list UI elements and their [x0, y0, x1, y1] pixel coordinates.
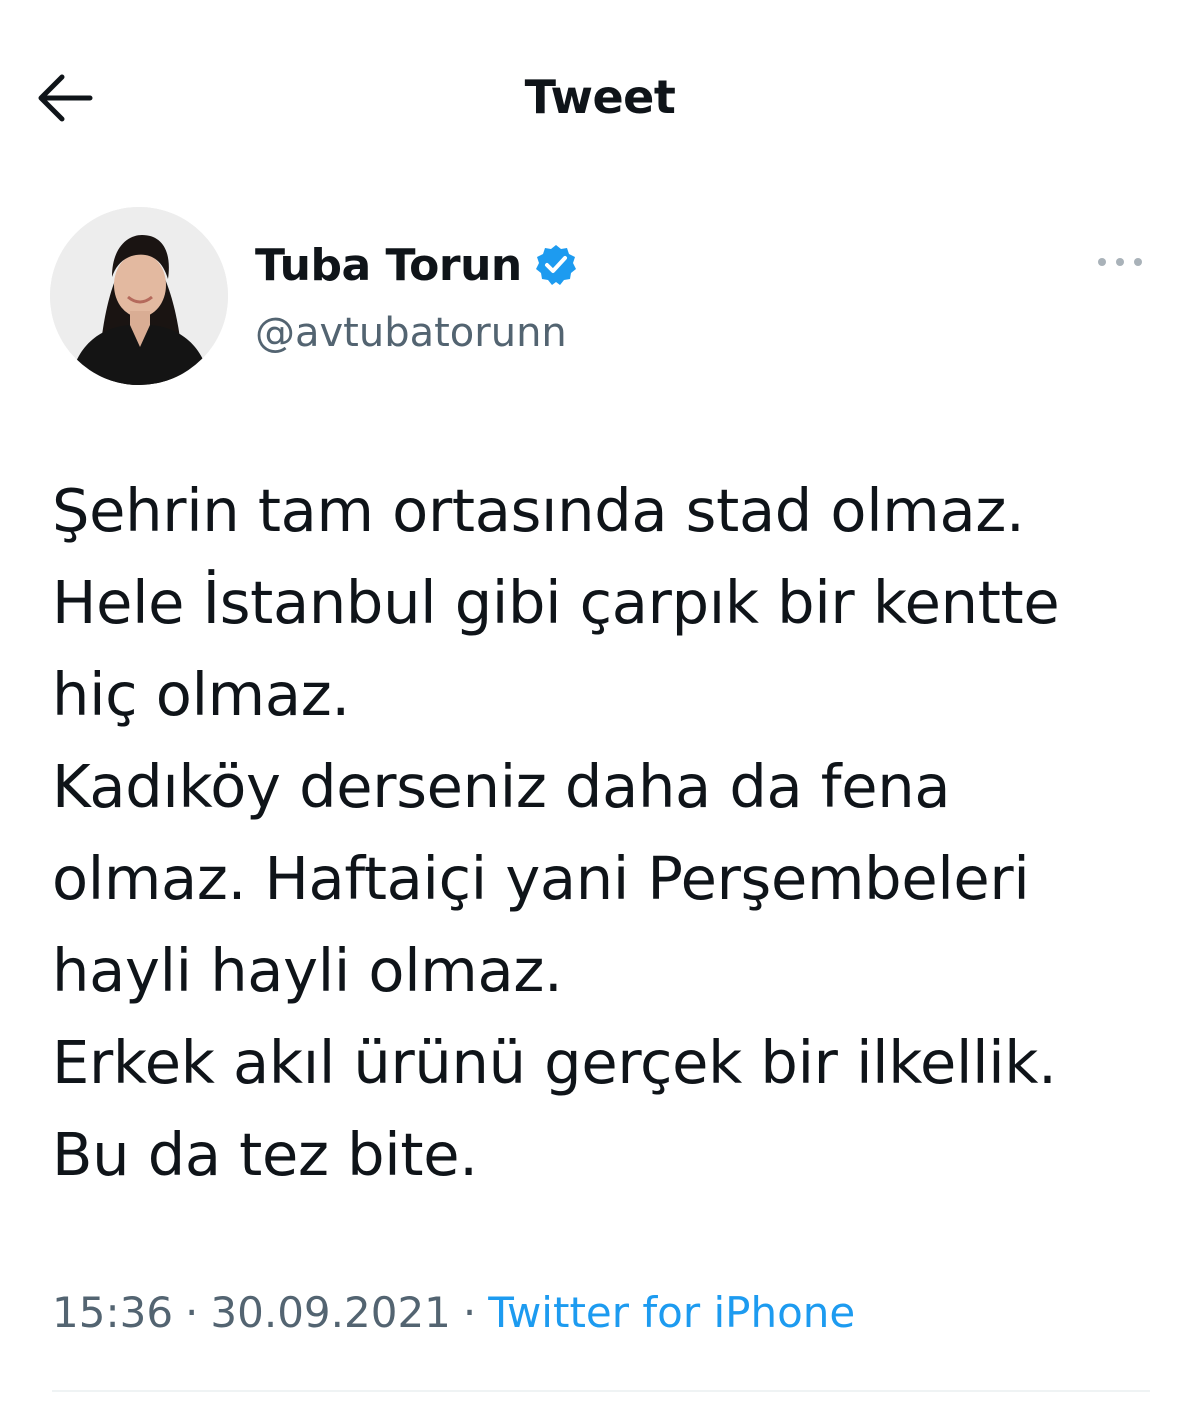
- tweet-author: Tuba Torun @avtubatorunn: [50, 207, 1160, 387]
- page-title: Tweet: [524, 70, 676, 124]
- meta-separator: ·: [462, 1288, 477, 1337]
- user-handle[interactable]: @avtubatorunn: [255, 310, 567, 356]
- verified-badge-icon: [534, 243, 578, 287]
- more-options-button[interactable]: [1090, 247, 1150, 277]
- profile-photo: [50, 207, 228, 385]
- tweet-time[interactable]: 15:36: [52, 1288, 173, 1337]
- avatar[interactable]: [50, 207, 228, 385]
- top-bar: Tweet: [0, 40, 1200, 160]
- tweet-source-link[interactable]: Twitter for iPhone: [488, 1288, 855, 1337]
- tweet-text: Şehrin tam ortasında stad olmaz. Hele İs…: [52, 476, 1060, 1189]
- display-name[interactable]: Tuba Torun: [255, 240, 522, 291]
- tweet-metadata: 15:36 · 30.09.2021 · Twitter for iPhone: [52, 1288, 855, 1337]
- display-name-row: Tuba Torun: [255, 237, 578, 293]
- divider: [52, 1390, 1150, 1392]
- meta-separator: ·: [185, 1288, 199, 1337]
- more-horizontal-icon: [1098, 258, 1142, 266]
- tweet-date[interactable]: 30.09.2021: [210, 1288, 450, 1337]
